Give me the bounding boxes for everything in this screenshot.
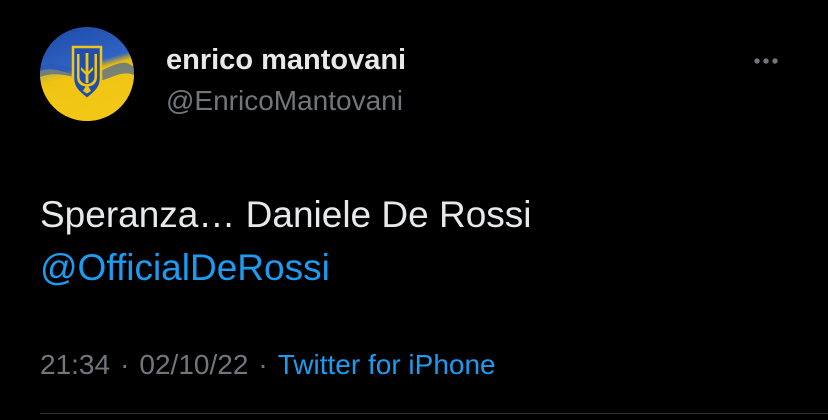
divider <box>40 413 828 414</box>
avatar[interactable] <box>40 27 134 121</box>
ukraine-trident-flag-icon <box>40 27 134 121</box>
tweet-text: Speranza… Daniele De Rossi @OfficialDeRo… <box>40 188 532 294</box>
meta-separator: · <box>120 349 130 380</box>
more-horizontal-icon <box>754 58 778 64</box>
tweet: enrico mantovani @EnricoMantovani Speran… <box>0 0 828 420</box>
user-handle[interactable]: @EnricoMantovani <box>166 85 403 117</box>
tweet-date[interactable]: 02/10/22 <box>139 349 248 380</box>
tweet-time[interactable]: 21:34 <box>40 349 110 380</box>
display-name[interactable]: enrico mantovani <box>166 44 406 77</box>
tweet-text-line: Speranza… Daniele De Rossi <box>40 194 532 235</box>
meta-separator: · <box>258 349 268 380</box>
mention-link[interactable]: @OfficialDeRossi <box>40 241 532 294</box>
tweet-source-link[interactable]: Twitter for iPhone <box>278 349 496 380</box>
more-options-button[interactable] <box>752 52 786 70</box>
tweet-meta: 21:34 · 02/10/22 · Twitter for iPhone <box>40 349 496 381</box>
